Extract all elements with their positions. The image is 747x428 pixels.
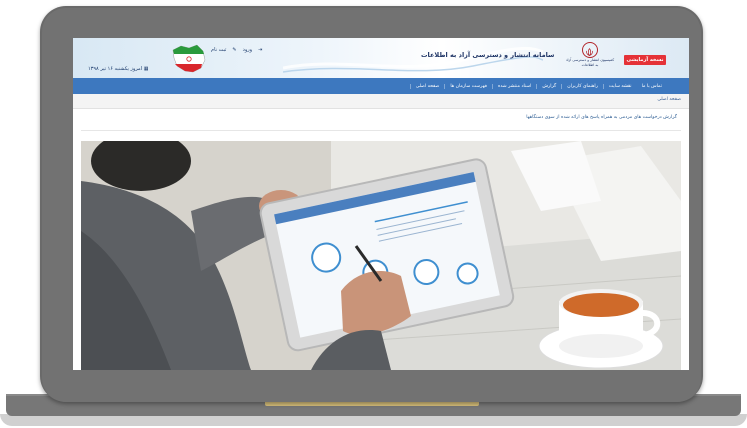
nav-contact[interactable]: تماس با ما bbox=[637, 84, 667, 89]
nav-user-guide[interactable]: راهنمای کاربران bbox=[561, 83, 603, 89]
nav-organizations[interactable]: فهرست سازمان ها bbox=[444, 83, 492, 89]
nav-sitemap[interactable]: نقشه سایت bbox=[602, 83, 637, 89]
hero-image bbox=[81, 141, 681, 370]
iran-flag-map-icon bbox=[172, 44, 206, 73]
login-icon: ⇥ bbox=[258, 47, 263, 53]
laptop-screen: ⇥ ورود ✎ ثبت نام ▦ امروز یکشنبه ۱۶ تیر ۱… bbox=[73, 38, 689, 370]
breadcrumb[interactable]: صفحه اصلی bbox=[657, 97, 681, 102]
site-header: ⇥ ورود ✎ ثبت نام ▦ امروز یکشنبه ۱۶ تیر ۱… bbox=[73, 38, 689, 78]
nav-published-documents[interactable]: اسناد منتشر شده bbox=[491, 83, 536, 89]
nav-home[interactable]: صفحه اصلی bbox=[409, 83, 445, 89]
site-title[interactable]: سامانه انتشار و دسترسی آزاد به اطلاعات bbox=[421, 51, 554, 59]
iran-emblem-icon bbox=[582, 42, 598, 58]
reports-subtitle-link[interactable]: گزارش درخواست های مردمی به همراه پاسخ ها… bbox=[526, 115, 677, 120]
trial-version-badge: نسخه آزمایشی bbox=[624, 55, 666, 65]
divider bbox=[81, 130, 681, 131]
current-date: ▦ امروز یکشنبه ۱۶ تیر ۱۳۹۸ bbox=[88, 66, 149, 72]
calendar-icon: ▦ bbox=[142, 66, 149, 72]
nav-report[interactable]: گزارش bbox=[536, 83, 561, 89]
login-register-links: ⇥ ورود ✎ ثبت نام bbox=[211, 47, 262, 53]
register-link[interactable]: ثبت نام bbox=[211, 47, 226, 53]
main-navbar: صفحه اصلی فهرست سازمان ها اسناد منتشر شد… bbox=[73, 78, 689, 94]
breadcrumb-bar: صفحه اصلی bbox=[73, 94, 689, 109]
organization-name: کمیسیون انتشار و دسترسی آزاد به اطلاعات bbox=[565, 58, 615, 67]
login-link[interactable]: ورود bbox=[243, 47, 252, 53]
register-icon: ✎ bbox=[232, 47, 237, 53]
hero-illustration bbox=[81, 141, 681, 370]
